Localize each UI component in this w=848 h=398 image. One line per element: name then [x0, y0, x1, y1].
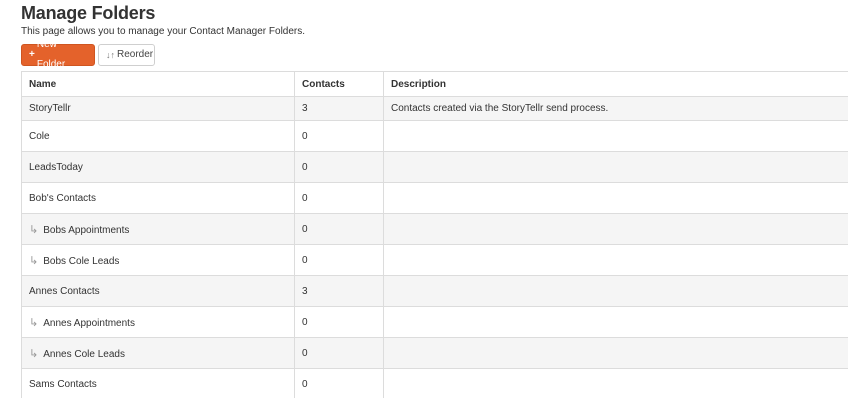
- folder-name[interactable]: Bobs Appointments: [43, 225, 129, 236]
- folder-name-cell[interactable]: Sams Contacts: [21, 368, 295, 398]
- folder-name-cell[interactable]: ↳ Bobs Appointments: [21, 213, 295, 245]
- folder-description: [383, 306, 848, 338]
- new-folder-label: New Folder: [36, 39, 66, 70]
- folder-name[interactable]: Annes Appointments: [43, 318, 135, 329]
- manage-folders-page: Manage Folders This page allows you to m…: [0, 0, 848, 398]
- folder-description: [383, 182, 848, 214]
- contacts-count: 0: [294, 306, 384, 338]
- folder-description: [383, 244, 848, 276]
- folder-description: [383, 151, 848, 183]
- folder-description: [383, 368, 848, 398]
- folder-name-cell[interactable]: StoryTellr: [21, 96, 295, 121]
- folder-name[interactable]: Annes Contacts: [29, 286, 100, 297]
- folder-description: [383, 120, 848, 152]
- table-row[interactable]: Sams Contacts 0: [21, 368, 848, 398]
- folders-table: Name Contacts Description StoryTellr 3 Con…: [21, 71, 848, 398]
- table-row[interactable]: ↳ Bobs Appointments 0: [21, 213, 848, 245]
- column-header-name[interactable]: Name: [21, 71, 295, 97]
- table-row[interactable]: Annes Contacts 3: [21, 275, 848, 307]
- folder-name-cell[interactable]: Cole: [21, 120, 295, 152]
- plus-icon: +: [29, 49, 35, 60]
- table-row[interactable]: LeadsToday 0: [21, 151, 848, 183]
- contacts-count: 0: [294, 244, 384, 276]
- page-title: Manage Folders: [21, 3, 156, 23]
- subfolder-arrow-icon: ↳: [29, 347, 39, 360]
- subfolder-arrow-icon: ↳: [29, 223, 39, 236]
- folder-description: Contacts created via the StoryTellr send…: [383, 96, 848, 121]
- subfolder-arrow-icon: ↳: [29, 254, 39, 267]
- reorder-button[interactable]: ↓↑ Reorder: [98, 44, 155, 66]
- folder-name-cell[interactable]: Annes Contacts: [21, 275, 295, 307]
- table-row[interactable]: Cole 0: [21, 120, 848, 152]
- folder-name[interactable]: LeadsToday: [29, 162, 83, 173]
- contacts-count: 3: [294, 96, 384, 121]
- contacts-count: 3: [294, 275, 384, 307]
- folder-name[interactable]: StoryTellr: [29, 103, 71, 114]
- folder-description: [383, 337, 848, 369]
- sort-arrows-icon: ↓↑: [106, 50, 115, 60]
- table-row[interactable]: Bob's Contacts 0: [21, 182, 848, 214]
- folder-description: [383, 213, 848, 245]
- folder-name[interactable]: Cole: [29, 131, 50, 142]
- folder-name-cell[interactable]: ↳ Annes Appointments: [21, 306, 295, 338]
- column-header-description[interactable]: Description: [383, 71, 848, 97]
- folder-name-cell[interactable]: ↳ Annes Cole Leads: [21, 337, 295, 369]
- folder-name[interactable]: Bob's Contacts: [29, 193, 96, 204]
- folder-description: [383, 275, 848, 307]
- contacts-count: 0: [294, 120, 384, 152]
- table-row[interactable]: ↳ Annes Cole Leads 0: [21, 337, 848, 369]
- contacts-count: 0: [294, 337, 384, 369]
- folders-table-body: StoryTellr 3 Contacts created via the Stor…: [21, 96, 848, 398]
- folder-name[interactable]: Annes Cole Leads: [43, 349, 125, 360]
- folder-name-cell[interactable]: LeadsToday: [21, 151, 295, 183]
- folder-name[interactable]: Bobs Cole Leads: [43, 256, 119, 267]
- table-row[interactable]: StoryTellr 3 Contacts created via the Stor…: [21, 96, 848, 121]
- toolbar: + New Folder ↓↑ Reorder: [21, 39, 155, 70]
- table-row[interactable]: ↳ Annes Appointments 0: [21, 306, 848, 338]
- table-header-row: Name Contacts Description: [21, 71, 848, 97]
- contacts-count: 0: [294, 151, 384, 183]
- subfolder-arrow-icon: ↳: [29, 316, 39, 329]
- folder-name-cell[interactable]: Bob's Contacts: [21, 182, 295, 214]
- table-row[interactable]: ↳ Bobs Cole Leads 0: [21, 244, 848, 276]
- reorder-label: Reorder: [117, 49, 154, 60]
- contacts-count: 0: [294, 368, 384, 398]
- column-header-contacts[interactable]: Contacts: [294, 71, 384, 97]
- folder-name[interactable]: Sams Contacts: [29, 379, 97, 390]
- folder-name-cell[interactable]: ↳ Bobs Cole Leads: [21, 244, 295, 276]
- contacts-count: 0: [294, 182, 384, 214]
- contacts-count: 0: [294, 213, 384, 245]
- new-folder-button[interactable]: + New Folder: [21, 39, 95, 70]
